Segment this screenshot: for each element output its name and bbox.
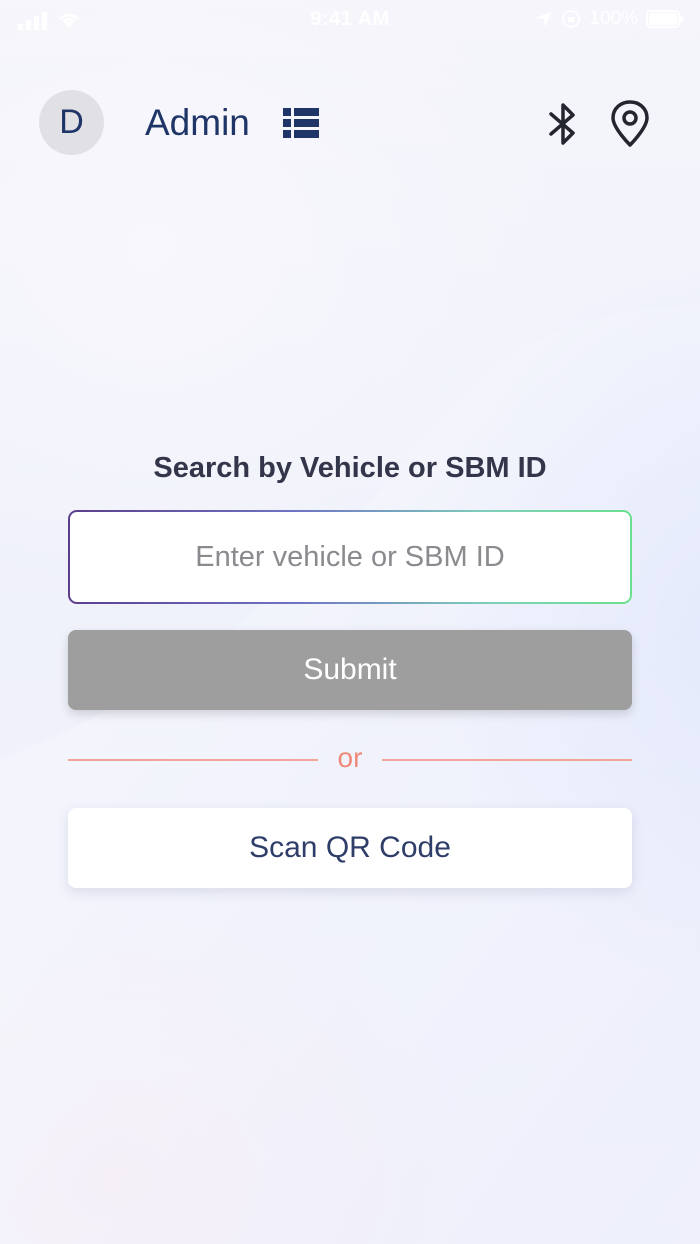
- app-screen: 9:41 AM 100% D Admin Search by Vehicle o…: [0, 0, 700, 1244]
- status-bar-right: 100%: [535, 8, 684, 30]
- background-wave: [0, 308, 700, 1244]
- divider-text: or: [337, 742, 363, 773]
- scan-qr-button[interactable]: Scan QR Code: [68, 808, 632, 888]
- search-input-inner: [70, 512, 630, 602]
- divider-line-right: [382, 759, 632, 761]
- location-pin-icon[interactable]: [608, 100, 652, 148]
- vehicle-id-input[interactable]: [70, 539, 630, 575]
- search-input-wrapper: [68, 510, 632, 604]
- avatar[interactable]: D: [39, 90, 104, 155]
- location-arrow-icon: [536, 11, 553, 27]
- or-divider: or: [68, 740, 632, 780]
- battery-icon: [646, 10, 683, 28]
- submit-button[interactable]: Submit: [68, 630, 632, 710]
- orientation-lock-icon: [562, 10, 581, 28]
- bluetooth-icon[interactable]: [545, 102, 581, 146]
- list-icon[interactable]: [283, 108, 319, 138]
- battery-percent: 100%: [589, 8, 638, 29]
- search-title: Search by Vehicle or SBM ID: [153, 452, 547, 484]
- status-bar: 9:41 AM 100%: [0, 0, 700, 40]
- username-label: Admin: [145, 102, 250, 143]
- avatar-initial: D: [59, 103, 84, 141]
